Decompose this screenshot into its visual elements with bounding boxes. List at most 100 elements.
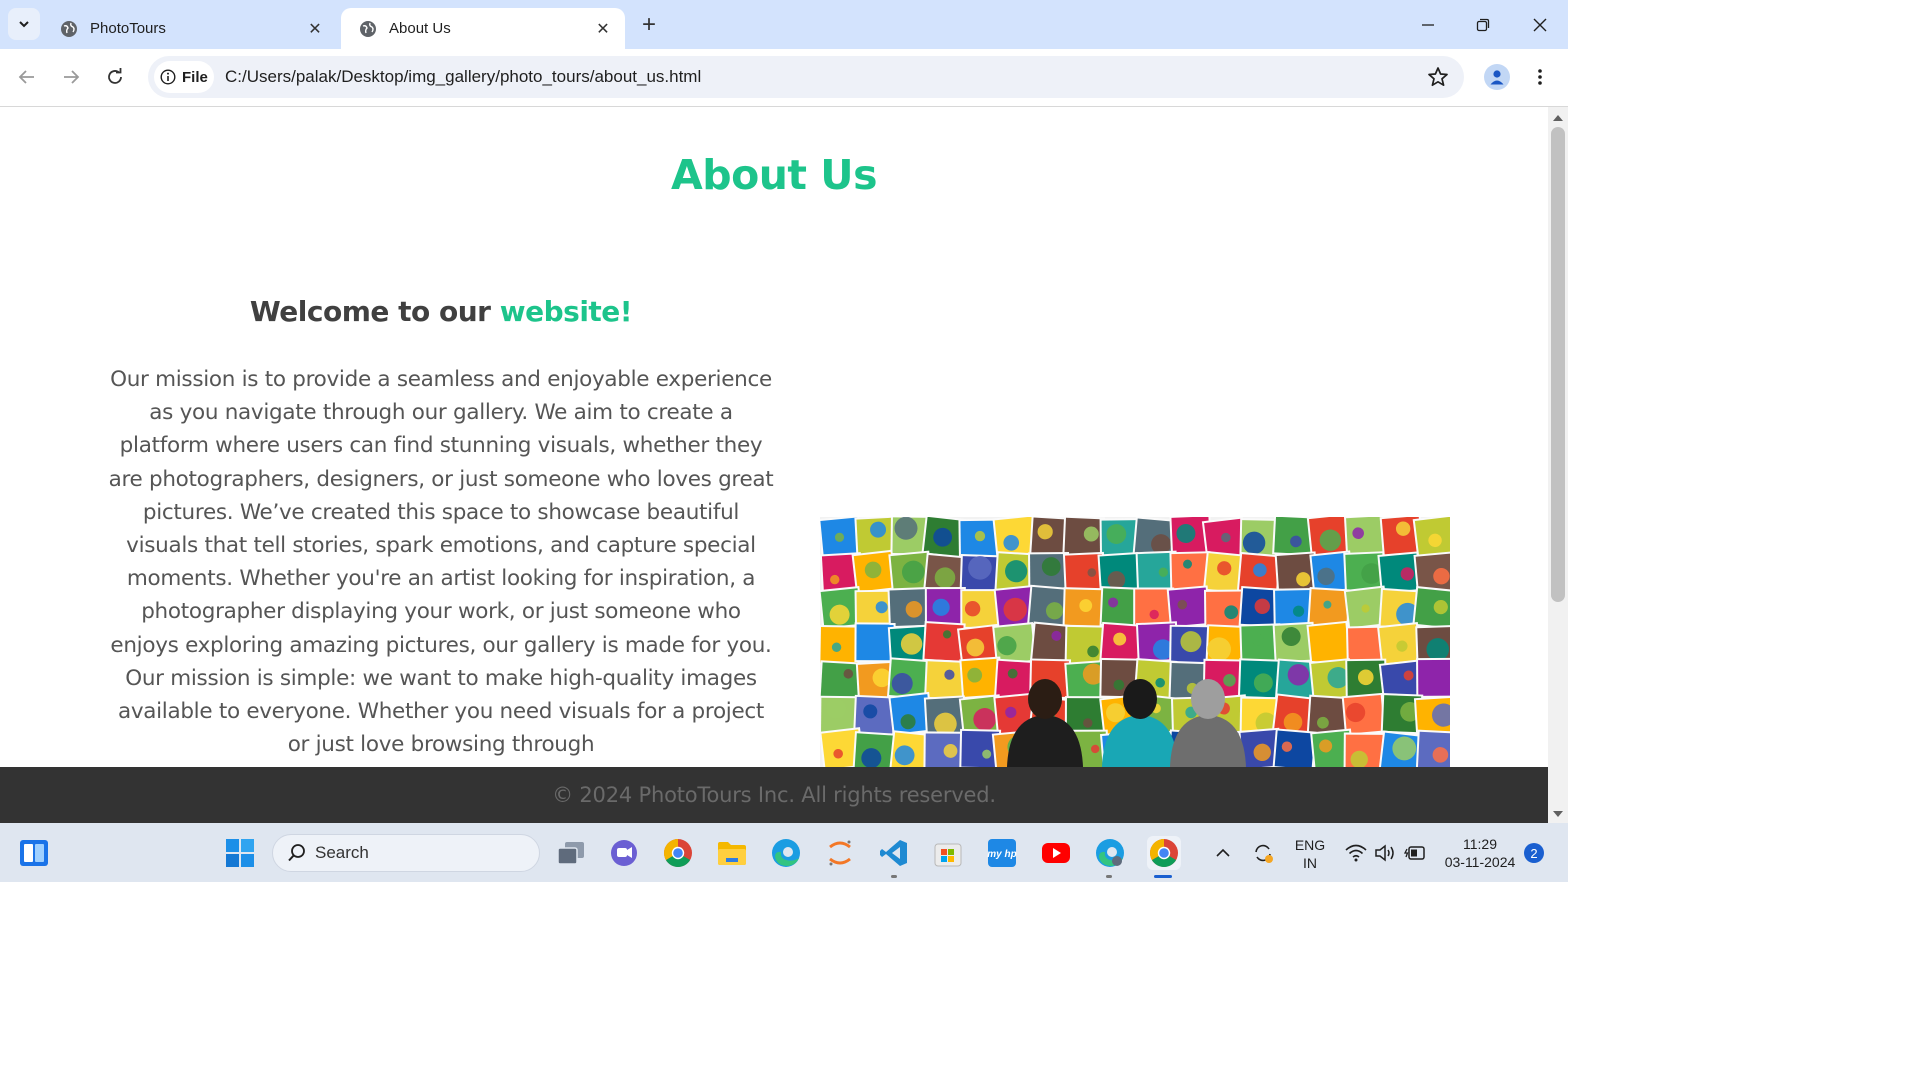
windows-taskbar: Search my hp ENG IN 11:29 03-11-2024 2 (0, 823, 1568, 882)
collage-photo-fill (1066, 698, 1104, 734)
edge-profile-button[interactable] (1094, 837, 1126, 869)
collage-photo-detail (1439, 677, 1449, 687)
collage-viewer-head (1123, 679, 1157, 719)
myhp-icon: my hp (987, 839, 1017, 867)
jupyter-icon (829, 840, 851, 866)
show-hidden-icons-button[interactable] (1208, 837, 1238, 869)
tab-title: About Us (389, 20, 451, 37)
sync-icon (1255, 844, 1273, 863)
language-secondary: IN (1303, 855, 1317, 871)
photo-collage-image (820, 517, 1450, 767)
vscode-button[interactable] (878, 837, 910, 869)
language-indicator[interactable]: ENG IN (1290, 836, 1330, 872)
collage-photo-detail (964, 601, 981, 617)
scroll-down-arrow[interactable] (1553, 811, 1563, 817)
collage-photo-fill (1346, 517, 1385, 554)
photo-collage-graphic (820, 517, 1450, 767)
collage-photo-detail (1149, 609, 1159, 620)
forward-button[interactable] (57, 63, 85, 91)
clock-time: 11:29 (1463, 836, 1497, 852)
svg-text:my hp: my hp (987, 849, 1016, 860)
reload-button[interactable] (101, 63, 129, 91)
wifi-icon (1345, 844, 1367, 862)
tab-strip: PhotoTours ✕ About Us ✕ + (0, 0, 1568, 49)
battery-icon (1404, 846, 1425, 860)
info-icon (160, 69, 176, 85)
battery-button[interactable] (1402, 837, 1428, 869)
close-window-button[interactable] (1525, 10, 1555, 40)
welcome-heading: Welcome to our website! (108, 295, 774, 328)
tab-phototours[interactable]: PhotoTours ✕ (42, 8, 337, 49)
arrow-right-icon (64, 70, 80, 84)
page-title: About Us (670, 151, 878, 199)
profile-button[interactable] (1484, 64, 1510, 90)
notification-badge[interactable]: 2 (1524, 843, 1544, 863)
search-label: Search (315, 843, 369, 862)
teams-chat-button[interactable] (608, 837, 640, 869)
edge-profile-icon (1096, 839, 1124, 867)
youtube-icon (1042, 843, 1070, 863)
page-viewport: About Us Welcome to our website! Our mis… (0, 107, 1548, 823)
tab-about-us[interactable]: About Us ✕ (341, 8, 625, 49)
jupyter-button[interactable] (824, 837, 856, 869)
myhp-button[interactable]: my hp (986, 837, 1018, 869)
chrome-icon (664, 839, 692, 867)
address-bar[interactable]: File C:/Users/palak/Desktop/img_gallery/… (148, 56, 1464, 98)
sync-status-button[interactable] (1248, 837, 1278, 869)
collage-viewer-head (1028, 679, 1062, 719)
search-icon (288, 844, 305, 862)
browser-toolbar: File C:/Users/palak/Desktop/img_gallery/… (0, 49, 1568, 107)
close-tab-icon[interactable]: ✕ (593, 19, 613, 39)
volume-button[interactable] (1372, 837, 1398, 869)
collage-photo-fill (1135, 589, 1173, 626)
more-vertical-icon (1538, 69, 1542, 85)
wifi-button[interactable] (1343, 837, 1369, 869)
close-icon (1533, 18, 1547, 32)
tab-title: PhotoTours (90, 20, 166, 37)
taskbar-search[interactable]: Search (272, 834, 540, 872)
restore-button[interactable] (1468, 10, 1498, 40)
browser-menu-button[interactable] (1530, 64, 1550, 90)
microsoft-store-button[interactable] (932, 837, 964, 869)
language-primary: ENG (1294, 837, 1326, 853)
back-button[interactable] (13, 63, 41, 91)
page-scrollbar[interactable] (1548, 107, 1568, 823)
collage-photo-detail (1090, 744, 1100, 754)
reload-icon (108, 68, 122, 84)
collage-photo-fill (820, 662, 860, 701)
collage-viewer-head (1191, 679, 1225, 719)
task-view-button[interactable] (555, 837, 587, 869)
bookmark-star-icon[interactable] (1426, 65, 1450, 89)
clock[interactable]: 11:29 03-11-2024 (1440, 835, 1520, 871)
start-button[interactable] (224, 837, 256, 869)
url-text: C:/Users/palak/Desktop/img_gallery/photo… (225, 67, 702, 86)
new-tab-button[interactable]: + (636, 11, 662, 38)
file-explorer-button[interactable] (716, 837, 748, 869)
folder-icon (718, 842, 746, 865)
collage-photo-fill (1274, 730, 1315, 767)
tab-search-button[interactable] (8, 8, 40, 40)
youtube-button[interactable] (1040, 837, 1072, 869)
collage-photo-fill (1168, 587, 1209, 627)
taskbar-chrome-active[interactable] (1147, 836, 1181, 870)
minimize-icon (1422, 24, 1434, 26)
minimize-button[interactable] (1413, 10, 1443, 40)
vscode-running-indicator (891, 875, 897, 878)
clock-date: 03-11-2024 (1444, 854, 1516, 870)
scrollbar-thumb[interactable] (1551, 127, 1565, 602)
mission-paragraph: Our mission is to provide a seamless and… (108, 367, 774, 758)
widgets-button[interactable] (18, 837, 50, 869)
globe-icon (61, 20, 77, 37)
edge-icon (772, 839, 800, 867)
edge-button[interactable] (770, 837, 802, 869)
task-view-icon (557, 842, 584, 865)
collage-photo-detail (1083, 718, 1093, 728)
close-tab-icon[interactable]: ✕ (305, 19, 325, 39)
restore-icon (1476, 18, 1490, 32)
scroll-up-arrow[interactable] (1553, 115, 1563, 121)
taskbar-chrome-pinned[interactable] (662, 837, 694, 869)
footer-copyright: © 2024 PhotoTours Inc. All rights reserv… (552, 783, 996, 807)
welcome-highlight: website! (499, 295, 633, 328)
site-info-chip[interactable]: File (154, 61, 214, 93)
chrome-active-indicator (1154, 875, 1172, 878)
